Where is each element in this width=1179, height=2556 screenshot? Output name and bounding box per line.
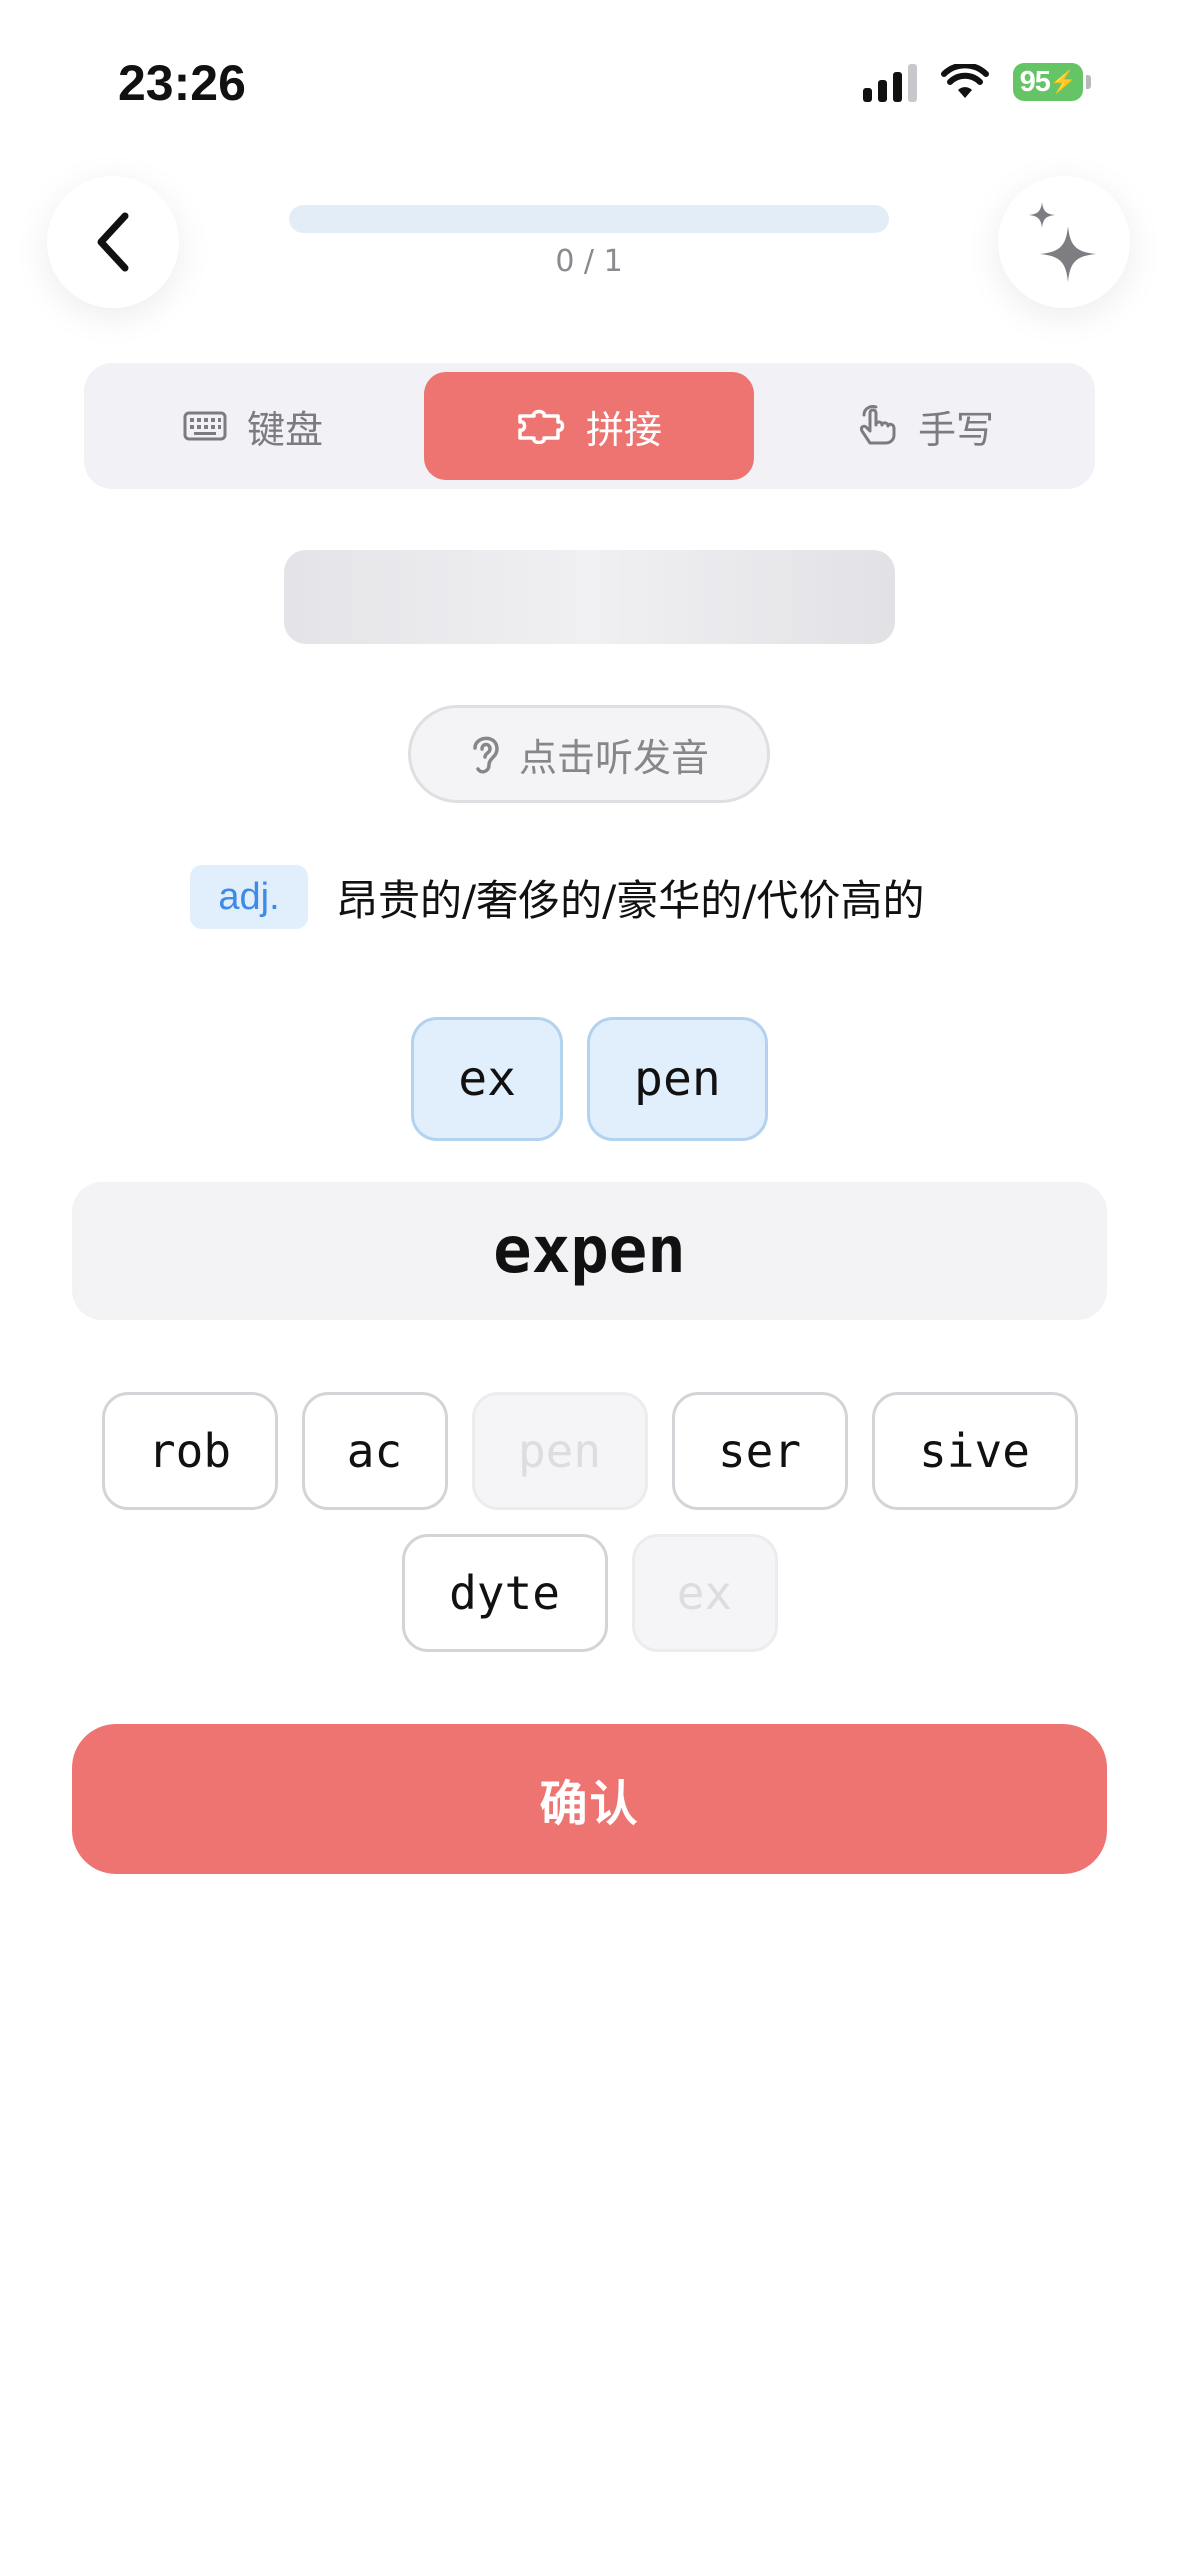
hand-pointer-icon [859,405,896,445]
chevron-left-icon [97,212,129,272]
magic-button[interactable] [998,176,1130,308]
sparkles-icon [1029,202,1096,282]
puzzle-icon [518,409,565,444]
listen-label: 点击听发音 [518,735,709,780]
part-of-speech-badge: adj. [190,865,308,929]
answer-display: expen [72,1182,1107,1320]
tab-keyboard[interactable]: 键盘 [92,372,414,480]
battery-icon: 95 ⚡ [1013,63,1091,101]
piece-bank-row: rob ac pen ser sive [0,1392,1179,1510]
back-button[interactable] [47,176,179,308]
status-indicators: 95 ⚡ [863,62,1091,102]
tab-handwrite-label: 手写 [917,407,994,452]
selected-pieces: ex pen [0,1017,1179,1141]
word-meaning: adj. 昂贵的/奢侈的/豪华的/代价高的 [190,865,924,929]
piece-button-used: pen [471,1392,648,1510]
listen-pronunciation-button[interactable]: 点击听发音 [408,705,770,803]
wifi-icon [941,64,989,98]
piece-button[interactable]: rob [101,1392,278,1510]
progress-text: 0 / 1 [555,244,623,279]
piece-button-used: ex [631,1534,778,1652]
piece-bank-row: dyte ex [0,1534,1179,1652]
piece-button[interactable]: dyte [401,1534,608,1652]
confirm-button[interactable]: 确认 [72,1724,1107,1874]
piece-button[interactable]: ac [301,1392,448,1510]
tab-splice-label: 拼接 [585,407,662,452]
definition-text: 昂贵的/奢侈的/豪华的/代价高的 [336,875,925,925]
mode-segmented-control: 键盘 拼接 手写 [84,363,1095,489]
battery-level: 95 [1019,65,1051,98]
progress-bar [289,205,889,233]
tab-handwrite[interactable]: 手写 [764,372,1086,480]
piece-button[interactable]: sive [871,1392,1078,1510]
tab-splice[interactable]: 拼接 [424,372,754,480]
keyboard-icon [183,411,227,441]
ear-icon [473,736,499,774]
word-placeholder [284,550,895,644]
cellular-signal-icon [863,62,917,102]
piece-button[interactable]: ser [671,1392,848,1510]
selected-piece[interactable]: pen [587,1017,768,1141]
status-time: 23:26 [118,55,246,111]
tab-keyboard-label: 键盘 [246,407,323,452]
selected-piece[interactable]: ex [411,1017,564,1141]
